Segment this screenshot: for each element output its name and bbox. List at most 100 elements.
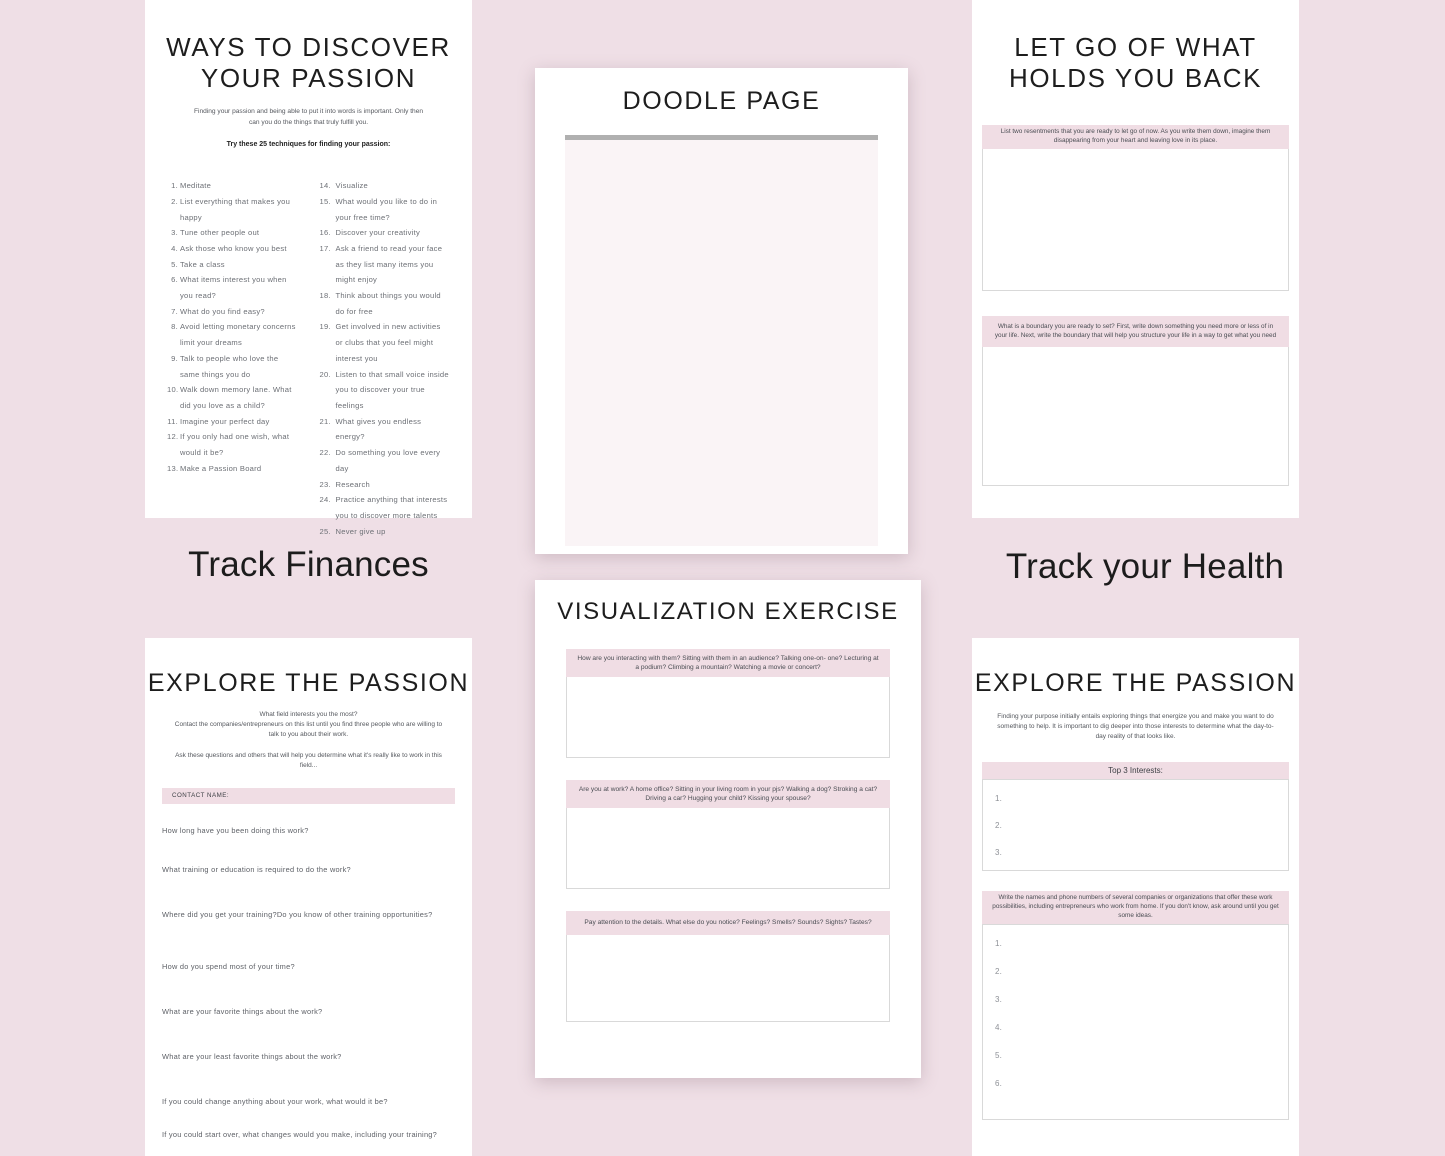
technique-item: 19. Get involved in new activities or cl… [320, 319, 451, 366]
prompt-header: How are you interacting with them? Sitti… [566, 649, 890, 677]
card-intro-line1: What field interests you the most? [259, 711, 358, 718]
resentments-prompt-block: List two resentments that you are ready … [982, 125, 1289, 291]
technique-item: 11. Imagine your perfect day [167, 414, 298, 430]
technique-number: 4. [171, 243, 178, 253]
companies-block: Write the names and phone numbers of sev… [982, 891, 1289, 1120]
card-explore-passion-contacts: EXPLORE THE PASSION What field interests… [145, 638, 472, 1156]
card-title: VISUALIZATION EXERCISE [557, 598, 899, 625]
technique-item: 14. Visualize [320, 178, 451, 194]
technique-number: 20. [319, 369, 331, 379]
interview-question: If you could change anything about your … [162, 1097, 388, 1106]
companies-write-area[interactable]: 1. 2. 3. 4. 5. 6. [982, 924, 1289, 1120]
technique-number: 13. [167, 463, 179, 473]
resentments-write-area[interactable] [982, 149, 1289, 291]
interview-question: How do you spend most of your time? [162, 962, 295, 971]
doodle-drawing-area[interactable] [565, 140, 878, 546]
list-number: 5. [995, 1051, 1003, 1060]
top3-interests-block: Top 3 Interests: 1. 2. 3. [982, 762, 1289, 871]
technique-item: 2. List everything that makes you happy [167, 194, 298, 225]
technique-text: Never give up [335, 526, 386, 536]
visualization-write-area[interactable] [566, 935, 890, 1022]
technique-item: 6. What items interest you when you read… [167, 272, 298, 303]
companies-prompt-header: Write the names and phone numbers of sev… [982, 891, 1289, 924]
technique-text: Meditate [180, 181, 212, 191]
technique-text: Take a class [180, 259, 225, 269]
technique-number: 14. [319, 181, 331, 191]
boundary-write-area[interactable] [982, 347, 1289, 486]
card-explore-passion-interests: EXPLORE THE PASSION Finding your purpose… [972, 638, 1299, 1156]
technique-number: 24. [319, 495, 331, 505]
technique-item: 22. Do something you love every day [320, 445, 451, 476]
techniques-column-right: 14. Visualize 15. What would you like to… [320, 178, 451, 539]
technique-item: 15. What would you like to do in your fr… [320, 194, 451, 225]
technique-text: Practice anything that interests you to … [335, 495, 448, 520]
technique-text: Walk down memory lane. What did you love… [180, 385, 292, 410]
list-number: 1. [995, 794, 1003, 803]
prompt-header: Are you at work? A home office? Sitting … [566, 780, 890, 808]
technique-item: 7. What do you find easy? [167, 304, 298, 320]
technique-item: 1. Meditate [167, 178, 298, 194]
list-number: 3. [995, 995, 1003, 1004]
card-intro: Finding your purpose initially entails e… [997, 713, 1274, 740]
technique-text: Research [335, 479, 370, 489]
technique-item: 16. Discover your creativity [320, 225, 451, 241]
technique-item: 21. What gives you endless energy? [320, 414, 451, 445]
technique-number: 16. [319, 228, 331, 238]
technique-item: 10. Walk down memory lane. What did you … [167, 382, 298, 413]
interview-question: What are your favorite things about the … [162, 1007, 323, 1016]
poster-canvas: WAYS TO DISCOVER YOUR PASSION Finding yo… [0, 0, 1445, 1156]
prompt-header: List two resentments that you are ready … [982, 125, 1289, 149]
prompt-header: What is a boundary you are ready to set?… [982, 316, 1289, 347]
technique-item: 12. If you only had one wish, what would… [167, 429, 298, 460]
technique-text: List everything that makes you happy [180, 196, 291, 222]
heading-track-finances: Track Finances [188, 545, 429, 584]
card-title: DOODLE PAGE [622, 87, 821, 115]
technique-text: What items interest you when you read? [180, 275, 287, 301]
card-intro-line3: Ask these questions and others that will… [175, 752, 442, 769]
technique-item: 9. Talk to people who love the same thin… [167, 351, 298, 382]
technique-item: 4. Ask those who know you best [167, 241, 298, 257]
technique-text: Listen to that small voice inside you to… [335, 369, 449, 410]
contact-name-field[interactable]: CONTACT NAME: [162, 788, 455, 804]
card-ways-to-discover-passion: WAYS TO DISCOVER YOUR PASSION Finding yo… [145, 0, 472, 536]
list-number: 1. [995, 939, 1003, 948]
interview-question: What are your least favorite things abou… [162, 1052, 342, 1061]
technique-number: 18. [319, 291, 331, 301]
prompt-header: Pay attention to the details. What else … [566, 911, 890, 935]
visualization-write-area[interactable] [566, 677, 890, 758]
technique-number: 19. [319, 322, 331, 332]
technique-number: 12. [167, 432, 179, 442]
technique-number: 8. [171, 322, 178, 332]
technique-text: What do you find easy? [180, 306, 265, 316]
technique-number: 5. [171, 259, 178, 269]
technique-item: 8. Avoid letting monetary concerns limit… [167, 319, 298, 350]
list-number: 2. [995, 821, 1003, 830]
technique-number: 23. [319, 479, 331, 489]
list-number: 4. [995, 1023, 1003, 1032]
card-title: EXPLORE THE PASSION [974, 669, 1297, 697]
top3-interests-write-area[interactable]: 1. 2. 3. [982, 779, 1289, 871]
technique-number: 6. [171, 275, 178, 285]
technique-text: Avoid letting monetary concerns limit yo… [180, 322, 296, 348]
technique-item: 23. Research [320, 477, 451, 493]
card-title: EXPLORE THE PASSION [147, 669, 470, 697]
interview-question: Where did you get your training?Do you k… [162, 910, 433, 919]
technique-text: Think about things you would do for free [335, 291, 441, 316]
interview-question: How long have you been doing this work? [162, 826, 309, 835]
card-title: WAYS TO DISCOVER YOUR PASSION [145, 32, 472, 94]
visualization-write-area[interactable] [566, 808, 890, 889]
technique-number: 25. [319, 526, 331, 536]
technique-text: Visualize [335, 181, 369, 191]
technique-text: If you only had one wish, what would it … [180, 432, 290, 458]
card-title-line1: WAYS TO DISCOVER [166, 32, 451, 62]
technique-item: 24. Practice anything that interests you… [320, 492, 451, 523]
technique-text: Get involved in new activities or clubs … [335, 322, 441, 363]
technique-number: 11. [167, 416, 178, 426]
visualization-prompt-block: How are you interacting with them? Sitti… [566, 649, 890, 758]
card-title-line2: YOUR PASSION [200, 63, 417, 93]
technique-number: 3. [171, 228, 178, 238]
card-visualization-exercise: VISUALIZATION EXERCISE How are you inter… [535, 580, 921, 1078]
visualization-prompt-block: Pay attention to the details. What else … [566, 911, 890, 1022]
card-title: LET GO OF WHAT HOLDS YOU BACK [972, 32, 1299, 94]
technique-number: 21. [319, 416, 331, 426]
